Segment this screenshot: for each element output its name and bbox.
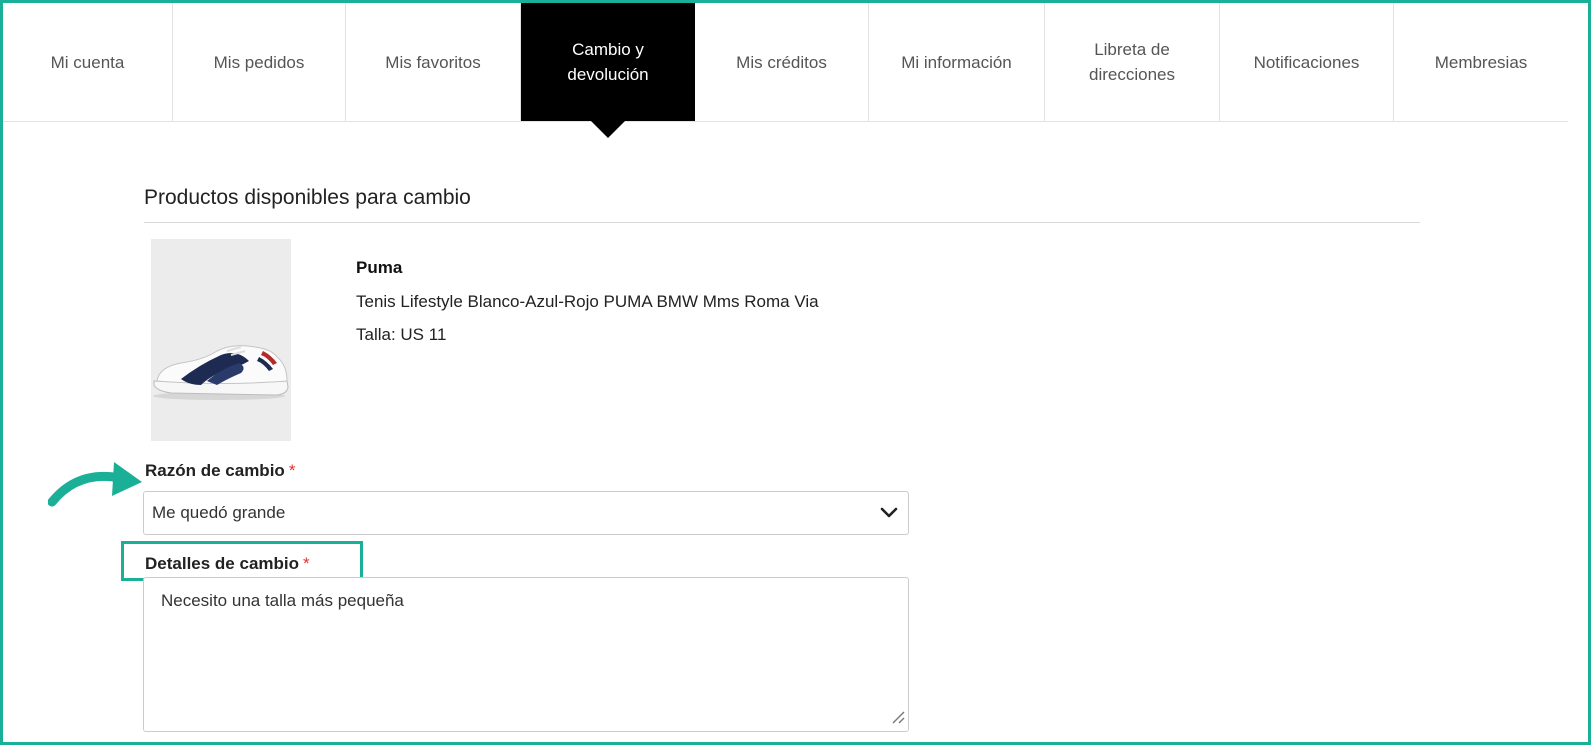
tab-libreta-de-direcciones[interactable]: Libreta de direcciones	[1045, 3, 1220, 121]
tab-mis-favoritos[interactable]: Mis favoritos	[346, 3, 521, 121]
tab-label: Notificaciones	[1253, 52, 1360, 72]
required-mark: *	[288, 461, 296, 480]
tab-label: Mi información	[901, 52, 1012, 72]
product-size: Talla: US 11	[356, 325, 447, 344]
details-textarea[interactable]: Necesito una talla más pequeña	[143, 577, 909, 732]
details-label-text: Detalles de cambio	[145, 554, 300, 573]
sneaker-illustration	[153, 345, 289, 400]
required-mark: *	[303, 554, 310, 573]
section-title: Productos disponibles para cambio	[144, 186, 1420, 223]
tab-mis-creditos[interactable]: Mis créditos	[695, 3, 869, 121]
tab-notificaciones[interactable]: Notificaciones	[1220, 3, 1394, 121]
product-name: Tenis Lifestyle Blanco-Azul-Rojo PUMA BM…	[356, 292, 819, 311]
tab-label: Membresias	[1434, 52, 1528, 72]
tab-mis-pedidos[interactable]: Mis pedidos	[173, 3, 346, 121]
product-brand: Puma	[356, 258, 403, 277]
tab-label: Mis créditos	[736, 52, 827, 72]
tab-label: Mis favoritos	[385, 52, 481, 72]
tab-label: Libreta de direcciones	[1089, 40, 1175, 84]
reason-select-value: Me quedó grande	[152, 503, 286, 522]
tab-label: Mi cuenta	[50, 52, 125, 72]
tab-mi-informacion[interactable]: Mi información	[869, 3, 1045, 121]
product-image	[151, 239, 291, 441]
tab-label: Cambio y devolución	[567, 40, 649, 84]
tab-cambio-y-devolucion[interactable]: Cambio y devolución	[521, 3, 695, 121]
curved-arrow-icon	[48, 462, 142, 507]
tab-label: Mis pedidos	[213, 52, 305, 72]
reason-select[interactable]: Me quedó grande	[143, 491, 909, 535]
chevron-down-icon	[880, 507, 898, 518]
details-label: Detalles de cambio *	[145, 554, 310, 574]
tab-mi-cuenta[interactable]: Mi cuenta	[3, 3, 173, 121]
reason-label: Razón de cambio *	[145, 461, 295, 481]
resize-handle-icon[interactable]	[889, 708, 905, 724]
tab-membresias[interactable]: Membresias	[1394, 3, 1568, 121]
reason-label-text: Razón de cambio	[145, 461, 285, 480]
account-tabs: Mi cuenta Mis pedidos Mis favoritos Camb…	[3, 3, 1568, 122]
